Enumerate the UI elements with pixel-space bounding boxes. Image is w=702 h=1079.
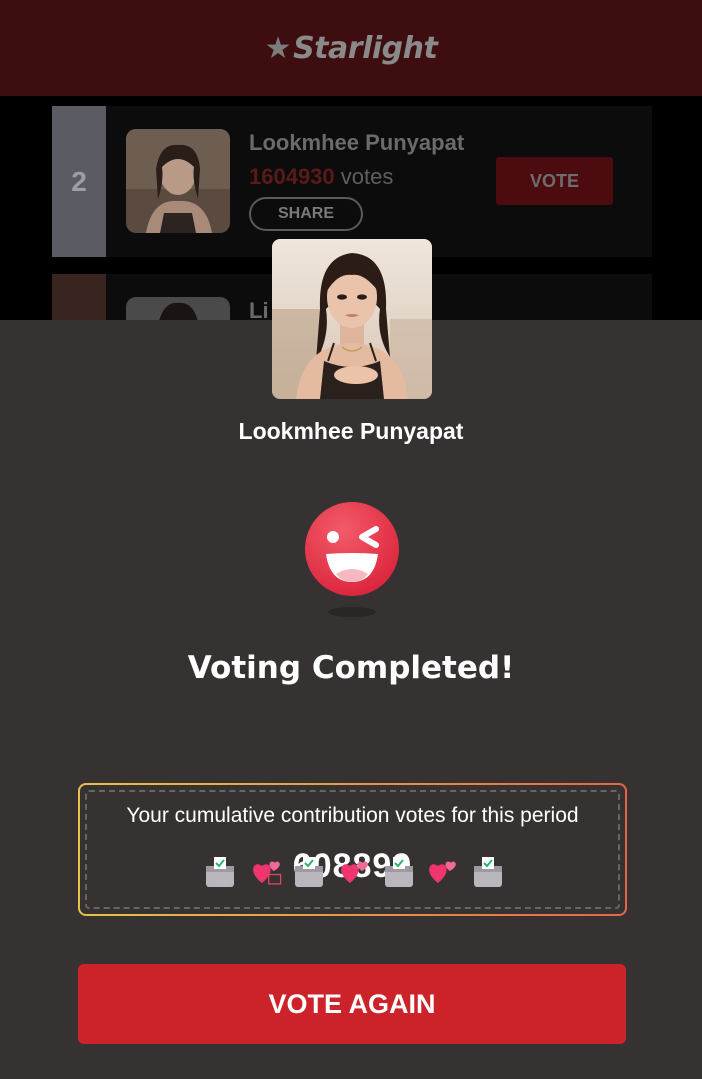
- logo-text: Starlight: [293, 30, 438, 66]
- ballot-box-icon: [206, 857, 234, 887]
- vote-count: 1604930 votes: [249, 164, 393, 190]
- candidate-photo: [272, 239, 432, 399]
- vote-button[interactable]: VOTE: [496, 157, 613, 205]
- voting-completed-title: Voting Completed!: [187, 650, 515, 686]
- vote-count-suffix: votes: [334, 164, 394, 189]
- ballot-box-icon: [474, 857, 502, 887]
- candidate-name: Lookmhee Punyapat: [249, 130, 465, 155]
- winking-face-icon: [304, 502, 400, 620]
- list-item: 2 Lookmhee Punyapat 1604930 votes SHARE …: [52, 106, 652, 257]
- hearts-icon: [341, 861, 368, 884]
- contribution-label: Your cumulative contribution votes for t…: [126, 804, 579, 827]
- ballot-box-icon: [295, 857, 323, 887]
- vote-count-number: 1604930: [249, 164, 335, 189]
- share-button[interactable]: SHARE: [249, 197, 363, 231]
- candidate-thumbnail[interactable]: [126, 129, 230, 233]
- contribution-box: Your cumulative contribution votes for t…: [78, 783, 627, 916]
- contribution-box-inner: Your cumulative contribution votes for t…: [80, 785, 625, 914]
- modal-candidate-name: Lookmhee Punyapat: [238, 418, 464, 444]
- star-icon: ★: [264, 30, 292, 66]
- rank-number: 2: [52, 106, 106, 257]
- app-header: ★ Starlight: [0, 0, 702, 96]
- hearts-icon: [429, 861, 456, 884]
- vote-again-button[interactable]: VOTE AGAIN: [78, 964, 626, 1044]
- app-logo[interactable]: ★ Starlight: [265, 31, 438, 66]
- ballot-box-icon: [385, 857, 413, 887]
- hearts-icon: [253, 861, 282, 885]
